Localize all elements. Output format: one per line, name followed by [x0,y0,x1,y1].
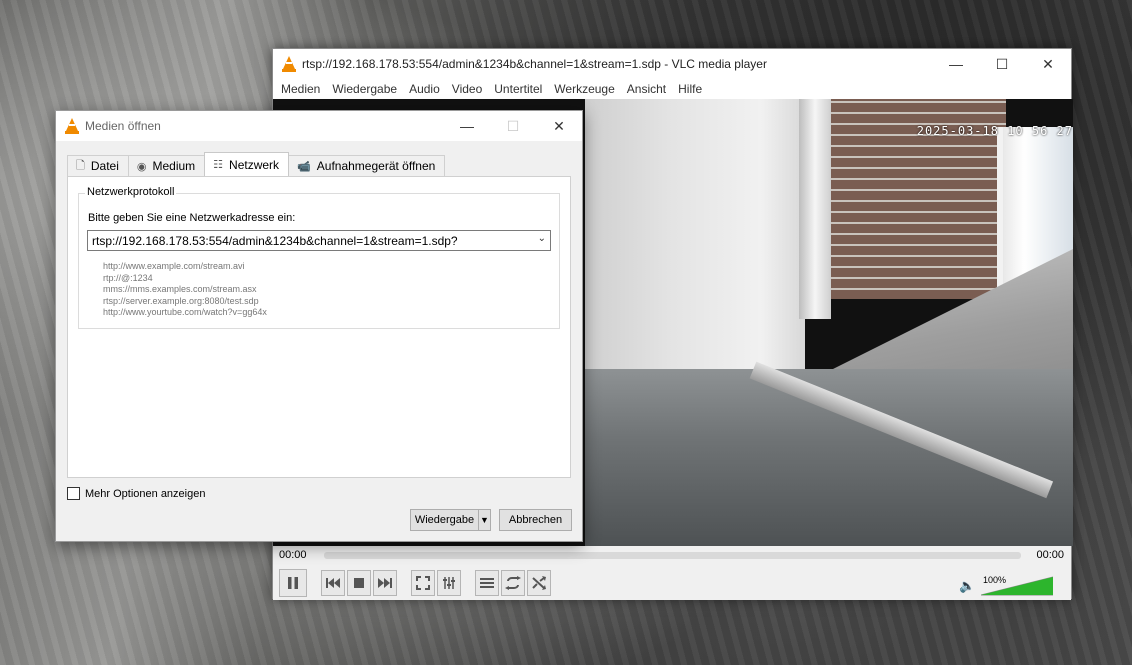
url-examples: http://www.example.com/stream.avi rtp://… [103,261,267,319]
equalizer-icon [443,577,455,589]
dialog-tabs: 🗋 Datei ◉ Medium ☷ Netzwerk 📹 Aufnahmege… [67,152,446,176]
seek-slider[interactable] [324,552,1021,559]
example-url: mms://mms.examples.com/stream.asx [103,284,257,295]
file-icon: 🗋 [76,159,85,172]
stop-button[interactable] [347,570,371,596]
tab-netzwerk[interactable]: ☷ Netzwerk [204,152,290,176]
network-url-combobox[interactable]: ⌄ [87,230,551,251]
stop-icon [354,578,364,588]
previous-button[interactable] [321,570,345,596]
fullscreen-icon [416,576,430,590]
speaker-icon[interactable]: 🔈 [959,578,975,594]
vlc-cone-icon [65,118,79,134]
tab-label: Netzwerk [229,157,280,172]
group-title: Netzwerkprotokoll [85,186,177,198]
example-url: rtp://@:1234 [103,272,153,283]
shuffle-button[interactable] [527,570,551,596]
pause-icon [288,577,298,589]
fullscreen-button[interactable] [411,570,435,596]
time-elapsed: 00:00 [279,549,307,561]
minimize-icon[interactable]: — [444,111,490,141]
more-options-toggle[interactable]: Mehr Optionen anzeigen [67,487,205,500]
menu-audio[interactable]: Audio [405,82,448,96]
menu-untertitel[interactable]: Untertitel [490,82,550,96]
tab-label: Datei [90,159,119,173]
network-url-input[interactable] [88,231,528,250]
chevron-down-icon[interactable]: ⌄ [538,233,546,244]
tab-label: Medium [152,159,196,173]
network-icon: ☷ [213,159,224,171]
time-total: 00:00 [1036,549,1064,561]
shuffle-icon [532,576,546,590]
video-window-post [799,99,831,319]
menu-hilfe[interactable]: Hilfe [674,82,710,96]
next-icon [378,578,392,588]
network-panel: Netzwerkprotokoll Bitte geben Sie eine N… [67,176,571,478]
menu-wiedergabe[interactable]: Wiedergabe [328,82,405,96]
network-protocol-group: Netzwerkprotokoll Bitte geben Sie eine N… [78,186,560,329]
maximize-icon: ☐ [506,117,520,134]
dialog-titlebar[interactable]: Medien öffnen — ☐ ✕ [56,111,582,141]
example-url: rtsp://server.example.org:8080/test.sdp [103,295,259,306]
extended-settings-button[interactable] [437,570,461,596]
tab-medium[interactable]: ◉ Medium [127,155,206,176]
menu-video[interactable]: Video [448,82,490,96]
tab-label: Aufnahmegerät öffnen [316,159,436,173]
loop-icon [505,576,521,590]
cancel-button[interactable]: Abbrechen [499,509,572,531]
play-button[interactable]: Wiedergabe [410,509,478,531]
loop-button[interactable] [501,570,525,596]
address-prompt: Bitte geben Sie eine Netzwerkadresse ein… [88,212,296,224]
next-button[interactable] [373,570,397,596]
tab-datei[interactable]: 🗋 Datei [67,155,129,176]
menu-medien[interactable]: Medien [277,82,328,96]
video-timestamp: 2025-03-18 10 56 27 [916,124,1073,138]
close-icon[interactable]: ✕ [1025,49,1071,79]
seekbar-row: 00:00 00:00 [273,546,1071,566]
video-wall [585,99,805,399]
example-url: http://www.example.com/stream.avi [103,261,245,271]
pause-button[interactable] [279,569,307,597]
vlc-window-title: rtsp://192.168.178.53:554/admin&1234b&ch… [302,57,767,71]
disc-icon: ◉ [136,160,147,173]
example-url: http://www.yourtube.com/watch?v=gg64x [103,307,267,318]
play-split-button: Wiedergabe ▼ [410,509,491,531]
previous-icon [326,578,340,588]
close-icon[interactable]: ✕ [536,111,582,141]
volume-percent: 100% [983,575,1007,585]
vlc-cone-icon [282,56,296,72]
playback-controls: 🔈 100% [273,566,1071,600]
more-options-label: Mehr Optionen anzeigen [85,487,206,500]
tab-aufnahmegeraet[interactable]: 📹 Aufnahmegerät öffnen [288,155,446,176]
menu-ansicht[interactable]: Ansicht [623,82,674,96]
playlist-button[interactable] [475,570,499,596]
dialog-title: Medien öffnen [85,119,161,133]
vlc-titlebar[interactable]: rtsp://192.168.178.53:554/admin&1234b&ch… [273,49,1071,79]
play-dropdown-arrow-icon[interactable]: ▼ [478,509,491,531]
capture-device-icon: 📹 [297,160,311,173]
minimize-icon[interactable]: — [933,49,979,79]
menu-werkzeuge[interactable]: Werkzeuge [550,82,622,96]
maximize-icon[interactable]: ☐ [979,49,1025,79]
vlc-menubar: Medien Wiedergabe Audio Video Untertitel… [273,79,1071,99]
open-media-dialog: Medien öffnen — ☐ ✕ 🗋 Datei ◉ Medium ☷ N… [55,110,583,542]
playlist-icon [480,578,494,588]
more-options-checkbox[interactable] [67,487,80,500]
